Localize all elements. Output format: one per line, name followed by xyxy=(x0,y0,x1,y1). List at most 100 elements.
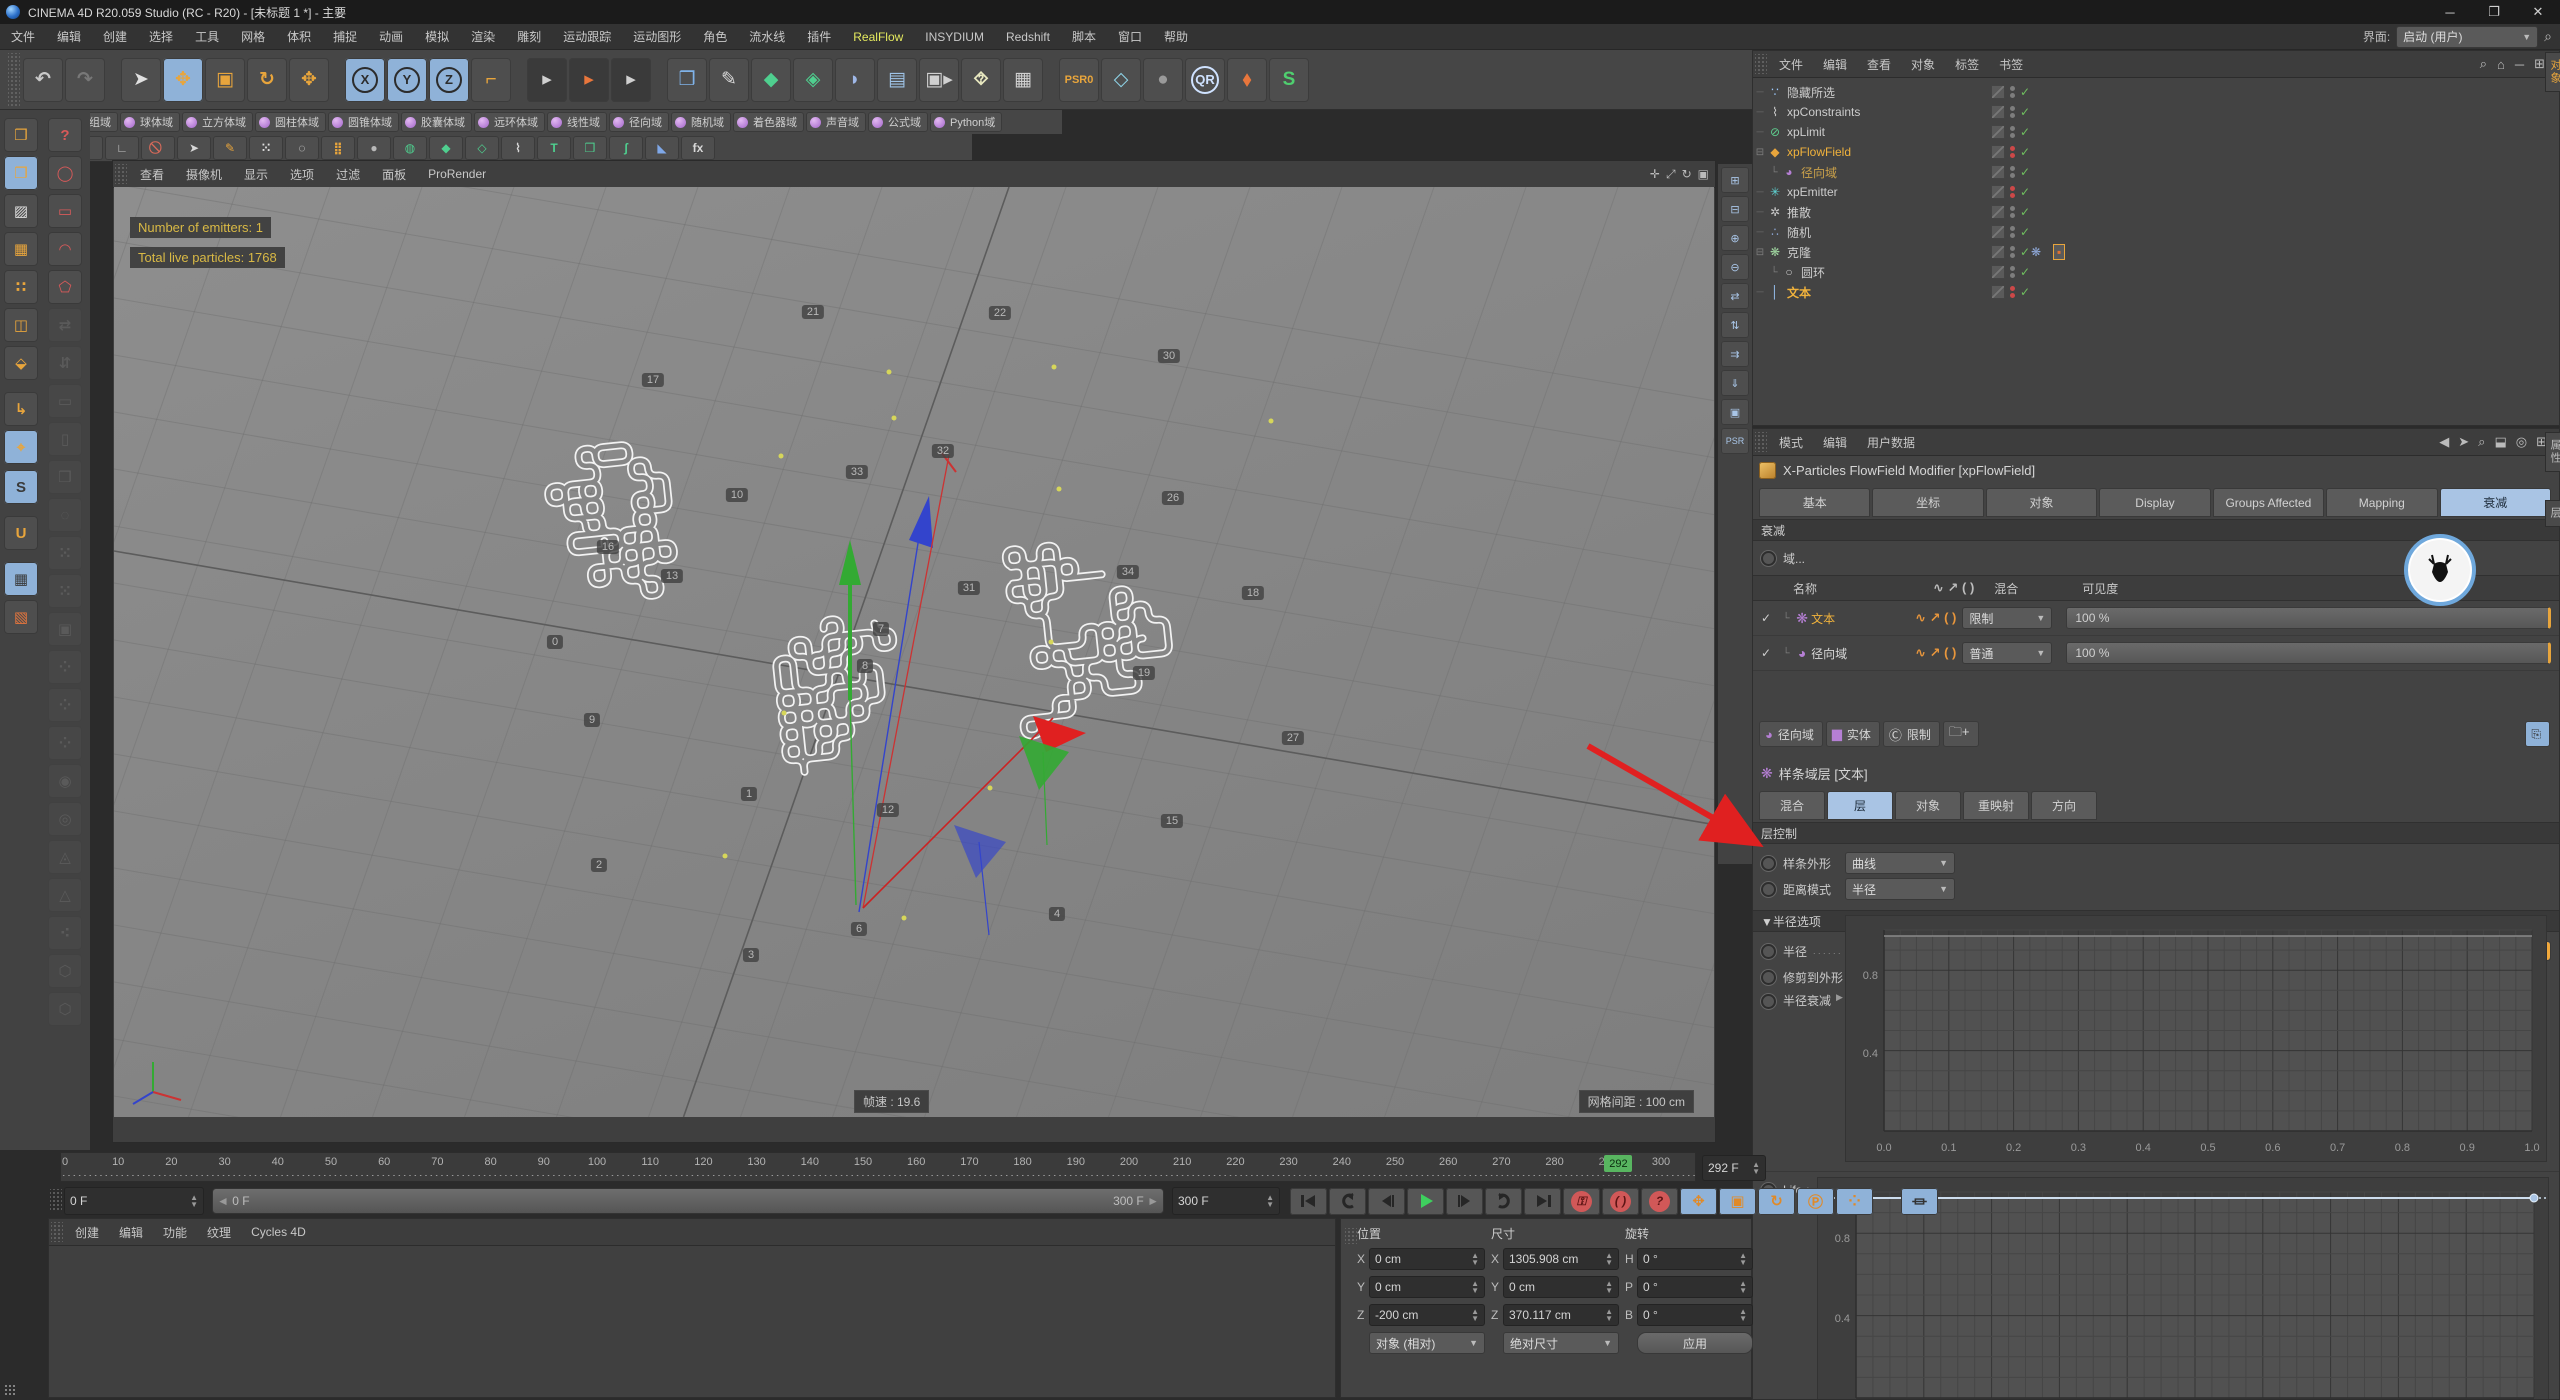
snap-icon[interactable]: S xyxy=(4,470,38,504)
layer-square[interactable] xyxy=(1991,125,2005,139)
om-home-icon[interactable]: ⌂ xyxy=(2497,57,2505,72)
layer-square[interactable] xyxy=(1991,165,2005,179)
scale-toggle-button[interactable]: ▣ xyxy=(1719,1188,1756,1215)
range-end-field[interactable]: 300 F▲▼ xyxy=(1172,1187,1280,1215)
rotation-field-B[interactable]: 0 °▲▼ xyxy=(1637,1304,1753,1326)
menu-功能[interactable]: 功能 xyxy=(153,1224,197,1241)
visibility-dots[interactable] xyxy=(2010,126,2015,138)
add-deformer-icon[interactable]: ◈ xyxy=(793,58,833,102)
menu-文件[interactable]: 文件 xyxy=(0,24,46,49)
zoom-view-icon[interactable]: ⤢ xyxy=(1666,167,1676,182)
viewport-3d-canvas[interactable]: Number of emitters: 1 Total live particl… xyxy=(114,187,1714,1117)
text-tool-icon[interactable]: T xyxy=(537,136,571,160)
trim-radio[interactable] xyxy=(1761,970,1776,985)
distance-mode-radio[interactable] xyxy=(1761,882,1776,897)
menu-过滤[interactable]: 过滤 xyxy=(325,162,371,187)
hierarchy-tool-icon-5[interactable]: ⇅ xyxy=(1721,312,1749,338)
hierarchy-tool-icon-2[interactable]: ⊕ xyxy=(1721,225,1749,251)
undo-icon[interactable]: ↶ xyxy=(23,58,63,102)
rotation-toggle-button[interactable]: ↻ xyxy=(1758,1188,1795,1215)
tab-坐标[interactable]: 坐标 xyxy=(1872,488,1983,517)
toggle-view-icon[interactable]: ▣ xyxy=(1698,167,1709,181)
menu-工具[interactable]: 工具 xyxy=(184,24,230,49)
workplane-rotate-icon[interactable]: ▧ xyxy=(4,600,38,634)
field-button-胶囊体域[interactable]: 胶囊体域 xyxy=(401,112,472,132)
add-physical-sky-icon[interactable]: ▤ xyxy=(877,58,917,102)
menu-编辑[interactable]: 编辑 xyxy=(1813,434,1857,451)
xp-cursor-icon[interactable]: ➤ xyxy=(177,136,211,160)
live-select-icon[interactable]: ◯ xyxy=(48,156,82,190)
enabled-check[interactable]: ✓ xyxy=(2020,145,2030,159)
visibility-dots[interactable] xyxy=(2010,106,2015,118)
create-field-button-0[interactable]: ◕径向域 xyxy=(1759,721,1823,747)
goto-end-button[interactable] xyxy=(1524,1188,1561,1215)
lock-z-icon[interactable]: Z xyxy=(429,58,469,102)
interface-dropdown[interactable]: 启动 (用户)▼ xyxy=(2396,26,2538,48)
menu-选择[interactable]: 选择 xyxy=(138,24,184,49)
layer-control-bar[interactable]: 层控制 xyxy=(1753,822,2559,844)
object-toggles[interactable]: ✓ xyxy=(1991,285,2030,299)
field-button-着色器域[interactable]: 着色器域 xyxy=(733,112,804,132)
enabled-check[interactable]: ✓ xyxy=(2020,105,2030,119)
play-button[interactable] xyxy=(1407,1188,1444,1215)
layers-vtab[interactable]: 层 xyxy=(2545,500,2560,527)
prev-frame-button[interactable] xyxy=(1368,1188,1405,1215)
field-button-远环体域[interactable]: 远环体域 xyxy=(474,112,545,132)
live-selection-icon[interactable]: ➤ xyxy=(121,58,161,102)
workplane-mode-icon[interactable]: ▦ xyxy=(4,232,38,266)
menu-模拟[interactable]: 模拟 xyxy=(414,24,460,49)
menu-动画[interactable]: 动画 xyxy=(368,24,414,49)
size-mode-dropdown[interactable]: 绝对尺寸▼ xyxy=(1503,1332,1619,1354)
rotate-tool-icon[interactable]: ↻ xyxy=(247,58,287,102)
object-row-径向域[interactable]: └◕径向域✓ xyxy=(1753,162,2559,182)
object-row-文本[interactable]: ─│文本✓ xyxy=(1753,282,2559,302)
add-cube-icon[interactable]: ❒ xyxy=(667,58,707,102)
texture-mode-icon[interactable]: ▨ xyxy=(4,194,38,228)
shader-ball-icon[interactable]: ● xyxy=(1143,58,1183,102)
hierarchy-tool-icon-6[interactable]: ⇉ xyxy=(1721,341,1749,367)
field-enabled-check[interactable]: ✓ xyxy=(1761,611,1771,625)
radius-falloff-radio[interactable] xyxy=(1761,994,1776,1009)
object-toggles[interactable]: ✓ xyxy=(1991,165,2030,179)
redo-icon[interactable]: ↷ xyxy=(65,58,105,102)
next-key-button[interactable] xyxy=(1485,1188,1522,1215)
menu-Cycles 4D[interactable]: Cycles 4D xyxy=(241,1225,316,1239)
corner-grip-icon[interactable] xyxy=(4,1384,16,1396)
object-toggles[interactable]: ✓ xyxy=(1991,145,2030,159)
search-icon[interactable]: ⌕ xyxy=(2544,28,2552,45)
menu-选项[interactable]: 选项 xyxy=(279,162,325,187)
position-field-X[interactable]: 0 cm▲▼ xyxy=(1369,1248,1485,1270)
clamp-button[interactable]: ⎘ xyxy=(2525,721,2550,747)
crystal2-icon[interactable]: ◇ xyxy=(465,136,499,160)
crystal-icon[interactable]: ◆ xyxy=(429,136,463,160)
blend-dropdown[interactable]: 普通▼ xyxy=(1962,642,2052,664)
object-row-xpEmitter[interactable]: ─✳xpEmitter✓ xyxy=(1753,182,2559,202)
range-left-grip[interactable]: ◄ xyxy=(217,1194,229,1208)
help-tool-icon[interactable]: ? xyxy=(48,118,82,152)
hierarchy-tool-icon-9[interactable]: PSR xyxy=(1721,428,1749,454)
spline-shape-dropdown[interactable]: 曲线▼ xyxy=(1845,852,1955,874)
current-frame-field[interactable]: 292 F▲▼ xyxy=(1702,1155,1766,1181)
am-lock-icon[interactable]: ⬓ xyxy=(2494,434,2506,450)
visibility-bar[interactable]: 100 % xyxy=(2066,607,2551,629)
menu-流水线[interactable]: 流水线 xyxy=(738,24,796,49)
menu-雕刻[interactable]: 雕刻 xyxy=(506,24,552,49)
object-toggles[interactable]: ✓ xyxy=(1991,105,2030,119)
field-enabled-check[interactable]: ✓ xyxy=(1761,646,1771,660)
object-toggles[interactable]: ✓ xyxy=(1991,265,2030,279)
create-field-button-1[interactable]: ▆实体 xyxy=(1826,721,1880,747)
radius-falloff-expand[interactable]: ▶ xyxy=(1836,992,1843,1003)
add-light-icon[interactable]: ⯑ xyxy=(961,58,1001,102)
menu-脚本[interactable]: 脚本 xyxy=(1061,24,1107,49)
menu-文件[interactable]: 文件 xyxy=(1769,56,1813,73)
model-mode-icon[interactable]: ❒ xyxy=(4,156,38,190)
pla-toggle-button[interactable]: ⁘ xyxy=(1836,1188,1873,1215)
dots-path-icon[interactable]: ⁙ xyxy=(249,136,283,160)
menu-RealFlow[interactable]: RealFlow xyxy=(842,24,914,49)
move-tool-icon[interactable]: ✥ xyxy=(163,58,203,102)
hierarchy-tool-icon-1[interactable]: ⊟ xyxy=(1721,196,1749,222)
layer-tab-对象[interactable]: 对象 xyxy=(1895,791,1961,820)
menu-用户数据[interactable]: 用户数据 xyxy=(1857,434,1925,451)
om-search-icon[interactable]: ⌕ xyxy=(2480,56,2487,72)
am-forward-icon[interactable]: ➤ xyxy=(2458,434,2469,450)
